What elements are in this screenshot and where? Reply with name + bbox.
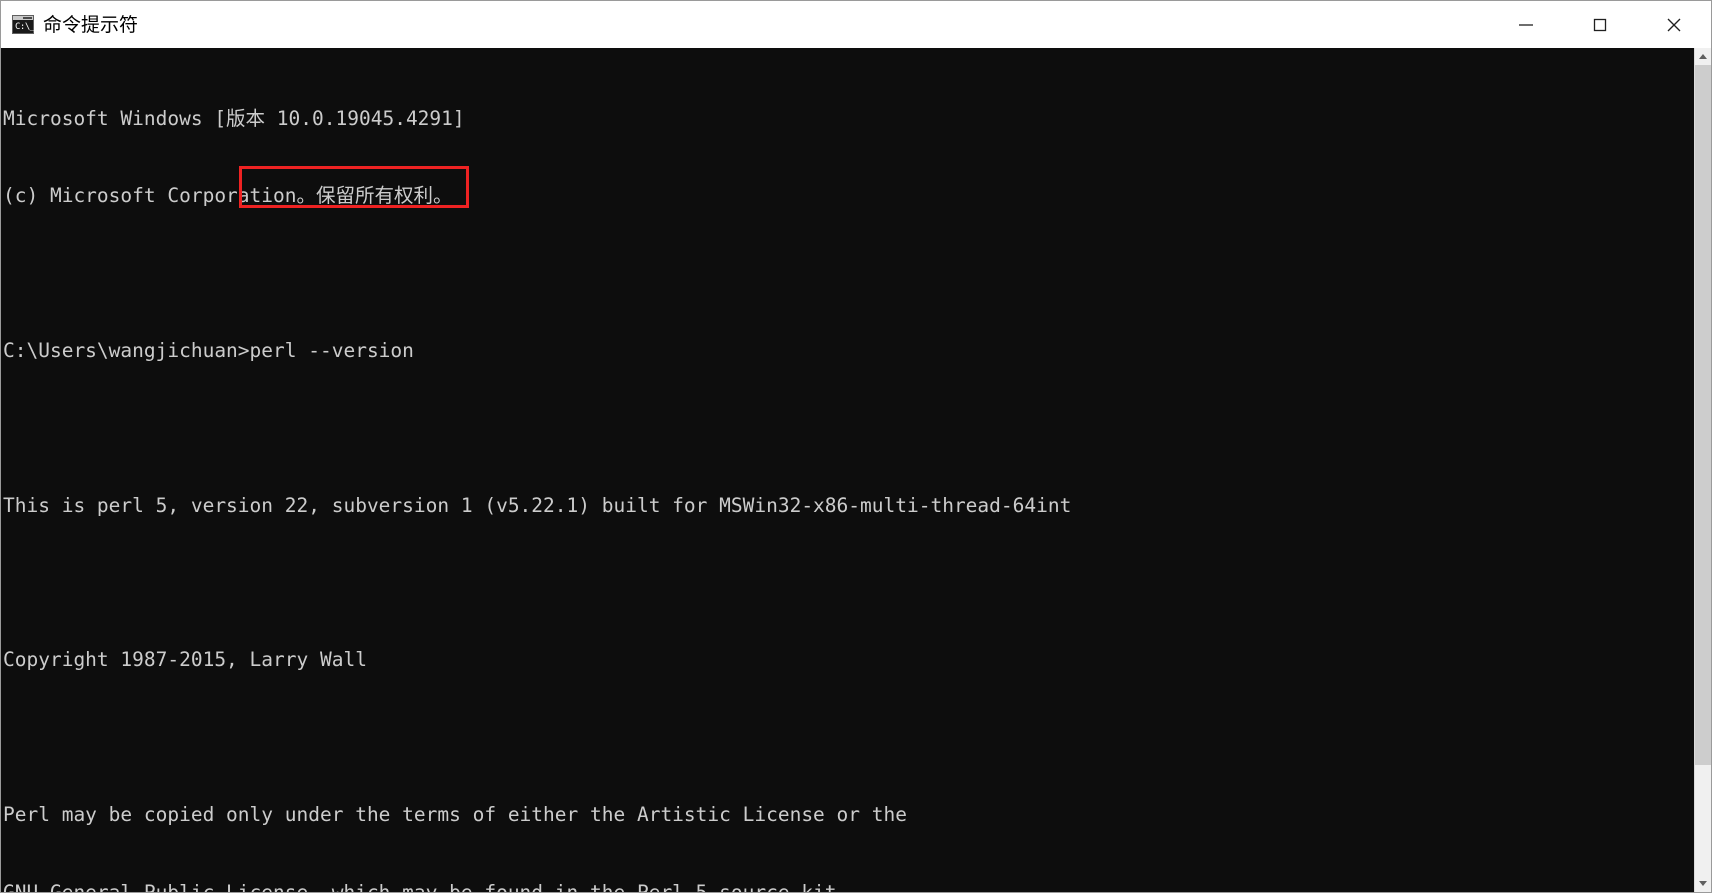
scrollbar-thumb[interactable] bbox=[1695, 65, 1711, 765]
title-bar-left: C:\_ 命令提示符 bbox=[1, 14, 138, 36]
terminal-line: Microsoft Windows [版本 10.0.19045.4291] bbox=[3, 106, 465, 130]
window-controls bbox=[1489, 1, 1711, 48]
minimize-icon bbox=[1519, 23, 1533, 26]
cmd-icon: C:\_ bbox=[12, 15, 35, 34]
terminal-line: Copyright 1987-2015, Larry Wall bbox=[3, 648, 367, 672]
scroll-down-button[interactable] bbox=[1695, 875, 1711, 892]
maximize-button[interactable] bbox=[1563, 1, 1637, 48]
vertical-scrollbar[interactable] bbox=[1694, 48, 1711, 892]
terminal-line: This is perl 5, version 22, subversion 1… bbox=[3, 493, 1072, 517]
command-prompt-window: C:\_ 命令提示符 Microsoft Windows [版本 10.0.19… bbox=[0, 0, 1712, 893]
terminal-line-command: C:\Users\wangjichuan>perl --version bbox=[3, 338, 414, 362]
scroll-up-button[interactable] bbox=[1695, 48, 1711, 65]
terminal-line: (c) Microsoft Corporation。保留所有权利。 bbox=[3, 183, 453, 207]
chevron-up-icon bbox=[1699, 54, 1707, 59]
title-bar[interactable]: C:\_ 命令提示符 bbox=[1, 1, 1711, 48]
cmd-icon-prompt-glyph: C:\_ bbox=[15, 22, 35, 32]
terminal-output[interactable]: Microsoft Windows [版本 10.0.19045.4291] (… bbox=[1, 48, 1694, 892]
scrollbar-track[interactable] bbox=[1695, 65, 1711, 875]
terminal-line: GNU General Public License, which may be… bbox=[3, 880, 849, 893]
minimize-button[interactable] bbox=[1489, 1, 1563, 48]
window-title: 命令提示符 bbox=[43, 13, 139, 36]
chevron-down-icon bbox=[1699, 881, 1707, 886]
maximize-icon bbox=[1593, 18, 1607, 31]
close-button[interactable] bbox=[1637, 1, 1711, 48]
close-icon bbox=[1667, 18, 1681, 31]
terminal-line: Perl may be copied only under the terms … bbox=[3, 803, 907, 827]
terminal-text-block: Microsoft Windows [版本 10.0.19045.4291] (… bbox=[3, 54, 1694, 892]
console-area: Microsoft Windows [版本 10.0.19045.4291] (… bbox=[1, 48, 1711, 892]
